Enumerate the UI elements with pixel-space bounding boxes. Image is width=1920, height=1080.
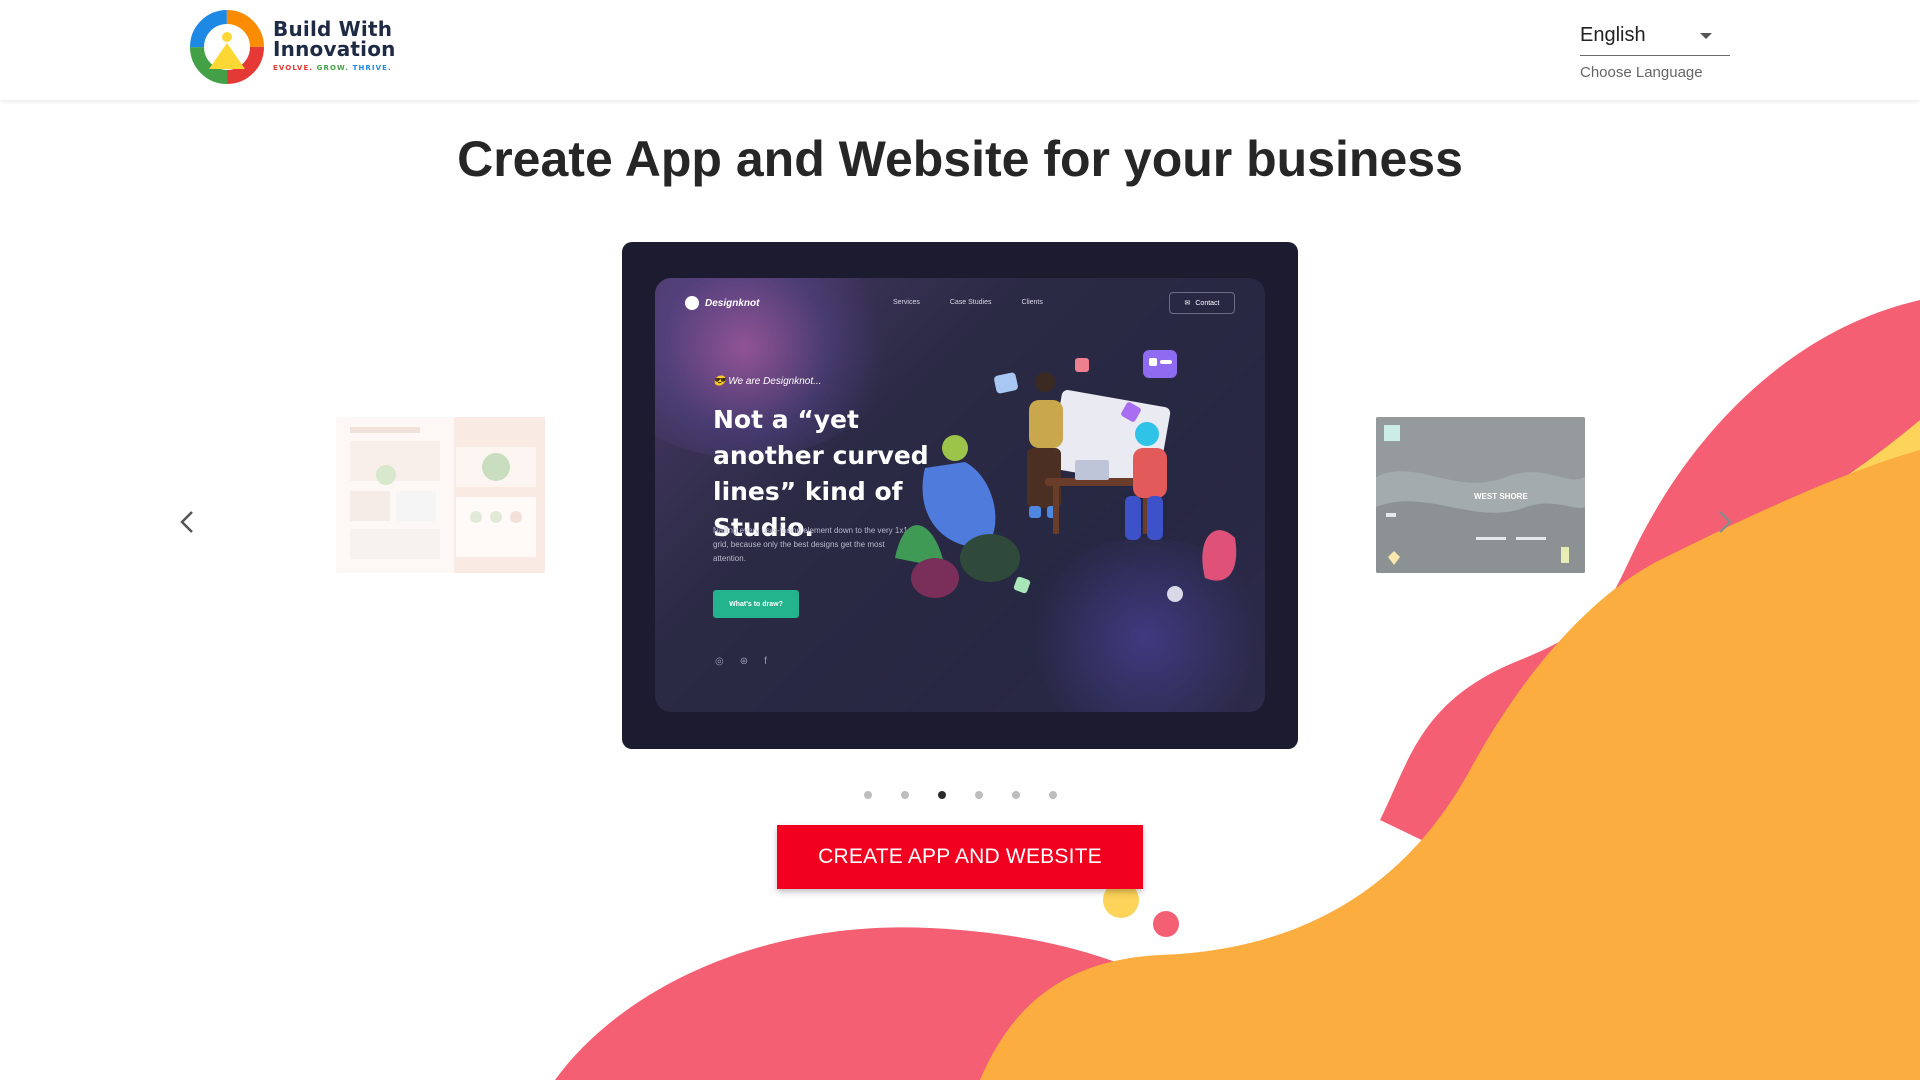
page-title: Create App and Website for your business — [457, 131, 1463, 187]
chevron-right-icon — [1719, 511, 1732, 533]
pink-bubble — [1153, 911, 1179, 937]
slide-nav-item: Services — [893, 299, 920, 306]
showcase-carousel: Designknot Services Case Studies Clients… — [0, 240, 1920, 800]
caret-down-icon — [1700, 33, 1712, 39]
logo-line-2: Innovation — [273, 37, 396, 61]
instagram-icon: ◎ — [715, 656, 724, 667]
slide-nav-item: Case Studies — [949, 299, 992, 306]
slide-kicker-text: We are Designknot... — [728, 376, 822, 387]
slide-cta-button: What's to draw? — [713, 590, 799, 618]
tagline-thrive: THRIVE. — [352, 64, 392, 72]
language-value: English — [1580, 24, 1646, 46]
language-select[interactable]: English — [1580, 18, 1730, 56]
language-selector: English Choose Language — [1580, 18, 1730, 81]
carousel-dot[interactable] — [900, 791, 909, 799]
mail-icon: ✉ — [1184, 300, 1191, 307]
slide-body-text: Nailing every user-facing element down t… — [713, 526, 908, 563]
carousel-dot[interactable] — [937, 791, 946, 799]
chevron-left-icon — [180, 511, 193, 533]
slide-nav-item: Clients — [1021, 299, 1043, 306]
dribbble-icon: ⊛ — [739, 656, 749, 667]
carousel-slide-previous[interactable] — [336, 417, 545, 573]
carousel-prev-button[interactable] — [172, 502, 202, 542]
slide-screenshot: Designknot Services Case Studies Clients… — [655, 278, 1265, 712]
logo-line-1: Build With — [273, 17, 393, 41]
carousel-dot[interactable] — [1011, 791, 1020, 799]
slide-brand-name: Designknot — [705, 297, 760, 309]
carousel-dot[interactable] — [974, 791, 983, 799]
logo-ring-icon — [190, 10, 264, 84]
carousel-next-button[interactable] — [1710, 502, 1740, 542]
slide-social-links: ◎ ⊛ f — [715, 656, 767, 667]
brand-logo[interactable]: Build With Innovation EVOLVE. GROW. THRI… — [189, 9, 395, 87]
carousel-slide-current[interactable]: Designknot Services Case Studies Clients… — [622, 242, 1298, 749]
slide-contact-button: ✉ Contact — [1169, 292, 1235, 314]
carousel-indicators — [0, 791, 1920, 799]
page: Build With Innovation EVOLVE. GROW. THRI… — [0, 0, 1920, 1080]
slide-thumbnail-image: WEST SHORE — [1376, 417, 1585, 573]
carousel-slide-next[interactable]: WEST SHORE — [1376, 417, 1585, 573]
language-helper-text: Choose Language — [1580, 64, 1703, 81]
slide-nav: Services Case Studies Clients — [893, 299, 1043, 306]
slide-thumbnail-image — [336, 417, 545, 573]
brand-mark-icon — [685, 296, 699, 310]
tagline-evolve: EVOLVE. — [273, 64, 314, 72]
create-app-website-button[interactable]: CREATE APP AND WEBSITE — [777, 825, 1143, 889]
slide-kicker: 😎 We are Designknot... — [713, 376, 821, 387]
slide-contact-label: Contact — [1195, 299, 1220, 307]
sunglasses-emoji-icon: 😎 — [713, 376, 726, 387]
slide-caption: WEST SHORE — [1474, 492, 1528, 501]
carousel-dot[interactable] — [1048, 791, 1057, 799]
slide-brand: Designknot — [685, 296, 759, 310]
illustration-characters — [895, 350, 1237, 602]
carousel-dot[interactable] — [863, 791, 872, 799]
logo-tagline: EVOLVE. GROW. THRIVE. — [273, 64, 392, 72]
top-header: Build With Innovation EVOLVE. GROW. THRI… — [0, 0, 1920, 100]
facebook-icon: f — [764, 656, 767, 667]
tagline-grow: GROW. — [316, 64, 350, 72]
logo-wordmark: Build With Innovation — [273, 19, 396, 59]
